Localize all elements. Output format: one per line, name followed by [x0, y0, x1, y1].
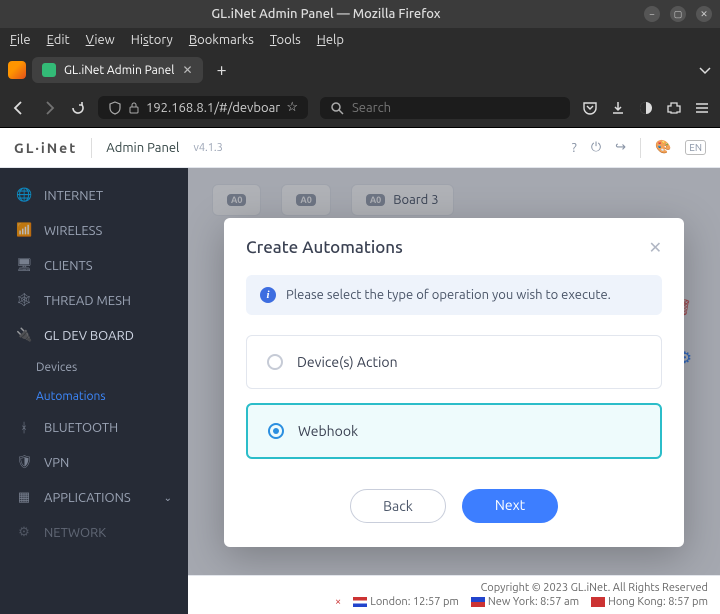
page-content: GL·iNet Admin Panel v4.1.3 ? ⏻ ↪ 🎨 EN 🌐I…	[0, 128, 720, 614]
sidebar-item-internet[interactable]: 🌐INTERNET	[0, 178, 188, 213]
address-bar[interactable]: 192.168.8.1/#/devboardautom ☆	[98, 96, 308, 119]
logout-icon[interactable]: ↪	[615, 140, 626, 155]
window-title: GL.iNet Admin Panel — Mozilla Firefox	[8, 7, 644, 21]
menu-edit[interactable]: Edit	[47, 33, 70, 47]
flag-hk-icon	[591, 597, 605, 607]
chevron-down-icon: ⌄	[164, 492, 172, 504]
theme-icon[interactable]: 🎨	[655, 140, 671, 155]
clock-hongkong: Hong Kong: 8:57 pm	[591, 596, 708, 608]
window-titlebar: GL.iNet Admin Panel — Mozilla Firefox – …	[0, 0, 720, 28]
mesh-icon: 🕸	[16, 293, 32, 308]
menu-file[interactable]: File	[10, 33, 31, 47]
back-button[interactable]: Back	[350, 489, 446, 523]
clock-newyork: New York: 8:57 am	[471, 596, 579, 608]
downloads-icon[interactable]	[610, 100, 626, 116]
copyright-text: Copyright © 2023 GL.iNet. All Rights Res…	[200, 582, 708, 594]
sidebar-item-applications[interactable]: ▦APPLICATIONS⌄	[0, 480, 188, 515]
modal-info: i Please select the type of operation yo…	[246, 275, 662, 315]
tab-strip: GL.iNet Admin Panel ✕ +	[0, 52, 720, 88]
info-icon: i	[260, 287, 276, 303]
browser-toolbar: 192.168.8.1/#/devboardautom ☆	[0, 88, 720, 128]
bookmark-star-icon[interactable]: ☆	[286, 100, 298, 115]
sidebar-item-clients[interactable]: 🖥CLIENTS	[0, 248, 188, 283]
clients-icon: 🖥	[16, 258, 32, 273]
menu-help[interactable]: Help	[317, 33, 344, 47]
menu-view[interactable]: View	[86, 33, 115, 47]
sidebar-item-wireless[interactable]: 📶WIRELESS	[0, 213, 188, 248]
admin-version: v4.1.3	[193, 142, 222, 154]
new-tab-button[interactable]: +	[209, 60, 235, 80]
url-text: 192.168.8.1/#/devboardautom	[146, 101, 280, 115]
network-icon: ⚙	[16, 525, 32, 540]
tab-label: GL.iNet Admin Panel	[64, 64, 174, 77]
flag-us-icon	[471, 597, 485, 607]
pocket-icon[interactable]	[582, 100, 598, 116]
firefox-icon	[8, 61, 26, 79]
bluetooth-icon: ᚼ	[16, 421, 32, 435]
shield-icon	[108, 101, 122, 115]
brand-logo: GL·iNet	[14, 140, 77, 156]
option-webhook[interactable]: Webhook	[246, 403, 662, 459]
help-icon[interactable]: ?	[572, 141, 577, 155]
forward-button[interactable]	[40, 99, 58, 117]
menu-tools[interactable]: Tools	[270, 33, 301, 47]
option-label: Webhook	[298, 423, 358, 439]
menu-history[interactable]: History	[131, 33, 173, 47]
window-maximize-button[interactable]: ▢	[670, 6, 686, 22]
darkmode-icon[interactable]	[638, 100, 654, 116]
main-content: A0 A0 A0Board 3 🗑 ⚙ s ) A0Board 3 Create…	[188, 168, 720, 614]
modal-close-button[interactable]: ✕	[649, 238, 662, 257]
tabs-overflow-button[interactable]	[698, 63, 712, 77]
browser-menubar: File Edit View History Bookmarks Tools H…	[0, 28, 720, 52]
reload-button[interactable]	[70, 100, 86, 116]
admin-title: Admin Panel	[106, 141, 179, 155]
option-label: Device(s) Action	[297, 354, 398, 370]
sidebar-sub-automations[interactable]: Automations	[0, 382, 188, 411]
browser-tab[interactable]: GL.iNet Admin Panel ✕	[32, 57, 203, 83]
sidebar: 🌐INTERNET 📶WIRELESS 🖥CLIENTS 🕸THREAD MES…	[0, 168, 188, 614]
sidebar-sub-devices[interactable]: Devices	[0, 353, 188, 382]
radio-icon	[268, 423, 284, 439]
sidebar-item-bluetooth[interactable]: ᚼBLUETOOTH	[0, 411, 188, 445]
next-button[interactable]: Next	[462, 489, 558, 523]
modal-title: Create Automations	[246, 238, 403, 257]
app-header: GL·iNet Admin Panel v4.1.3 ? ⏻ ↪ 🎨 EN	[0, 128, 720, 168]
flag-uk-icon	[353, 597, 367, 607]
modal-overlay: Create Automations ✕ i Please select the…	[188, 168, 720, 614]
window-close-button[interactable]: ✕	[696, 6, 712, 22]
menu-bookmarks[interactable]: Bookmarks	[189, 33, 254, 47]
globe-icon: 🌐	[16, 188, 32, 203]
tab-favicon-icon	[42, 63, 56, 77]
window-minimize-button[interactable]: –	[644, 6, 660, 22]
search-bar[interactable]	[320, 97, 570, 119]
sidebar-item-vpn[interactable]: 🛡VPN	[0, 445, 188, 480]
sidebar-item-network[interactable]: ⚙NETWORK	[0, 515, 188, 550]
apps-icon: ▦	[16, 490, 32, 505]
page-footer: Copyright © 2023 GL.iNet. All Rights Res…	[188, 575, 720, 614]
reboot-icon[interactable]: ⏻	[591, 140, 601, 155]
extensions-icon[interactable]	[666, 100, 682, 116]
option-device-action[interactable]: Device(s) Action	[246, 335, 662, 389]
wifi-icon: 📶	[16, 223, 32, 238]
clock-london: London: 12:57 pm	[353, 596, 459, 608]
radio-icon	[267, 354, 283, 370]
vpn-icon: 🛡	[16, 455, 32, 470]
sidebar-item-thread-mesh[interactable]: 🕸THREAD MESH	[0, 283, 188, 318]
tab-close-icon[interactable]: ✕	[182, 63, 192, 77]
board-icon: 🔌	[16, 328, 32, 343]
language-button[interactable]: EN	[685, 140, 706, 155]
create-automations-modal: Create Automations ✕ i Please select the…	[224, 218, 684, 547]
sidebar-item-devboard[interactable]: 🔌GL DEV BOARD	[0, 318, 188, 353]
lock-icon	[128, 102, 140, 114]
modal-info-text: Please select the type of operation you …	[286, 288, 611, 302]
back-button[interactable]	[10, 99, 28, 117]
hamburger-menu-icon[interactable]	[694, 100, 710, 116]
close-clocks-icon[interactable]: ×	[335, 596, 341, 608]
search-icon	[330, 101, 344, 115]
search-input[interactable]	[352, 101, 560, 115]
